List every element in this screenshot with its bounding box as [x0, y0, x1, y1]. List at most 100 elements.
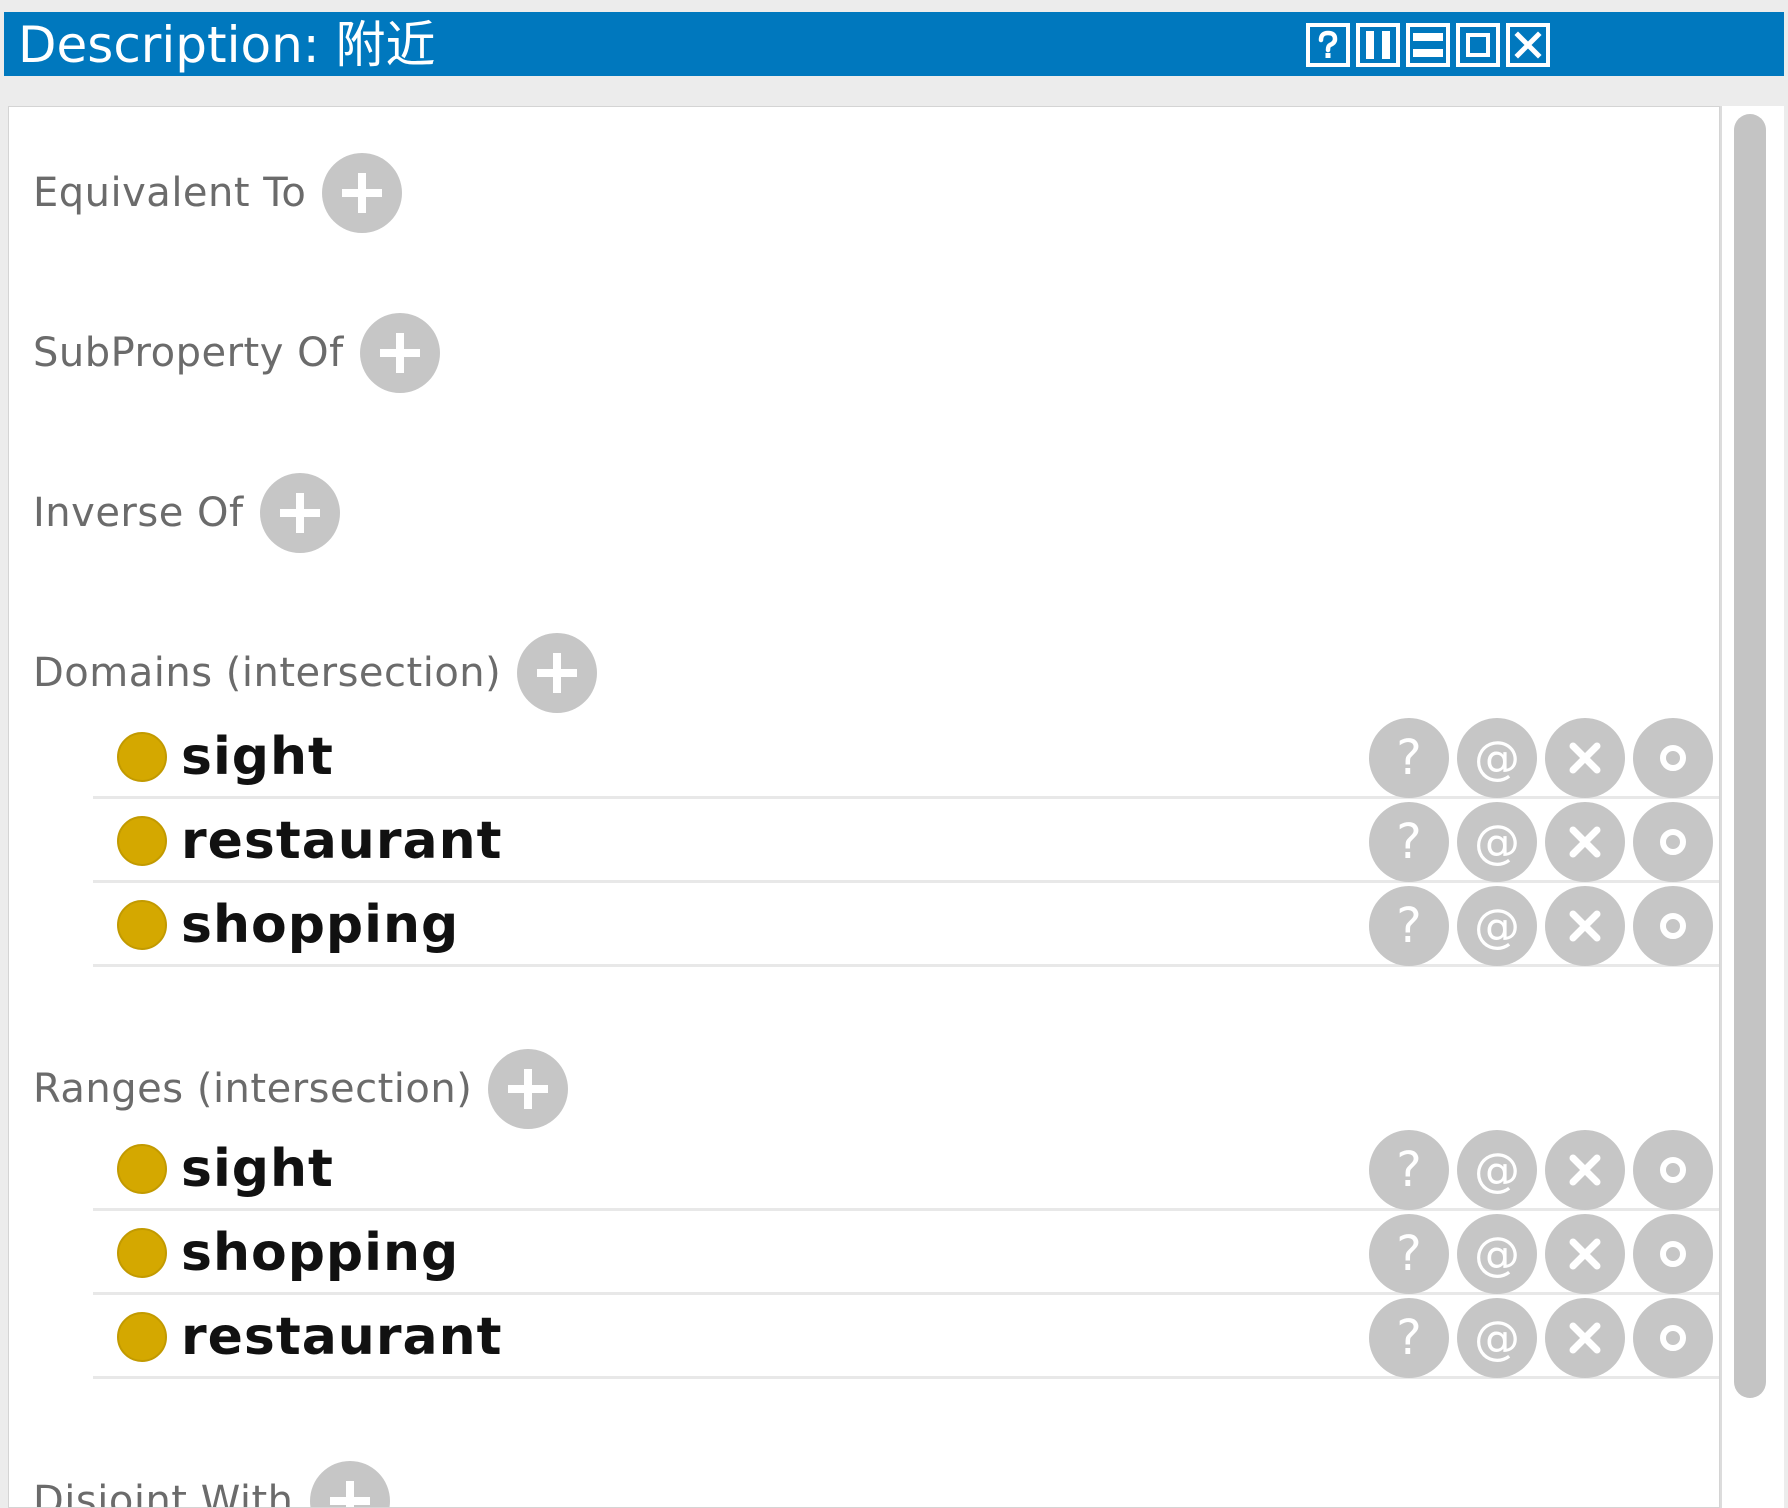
split-rows-icon [1413, 33, 1443, 57]
class-icon [117, 900, 167, 950]
split-vertical-button[interactable] [1356, 23, 1400, 67]
question-icon [1318, 30, 1338, 58]
item-name: shopping [181, 1223, 460, 1283]
maximize-button[interactable] [1456, 23, 1500, 67]
delete-icon [1569, 1322, 1601, 1354]
item-name: restaurant [181, 1307, 503, 1367]
split-horizontal-button[interactable] [1406, 23, 1450, 67]
section-label: Ranges (intersection) [33, 1066, 473, 1112]
section-label: SubProperty Of [33, 330, 344, 376]
plus-icon [279, 493, 320, 533]
edit-button[interactable] [1633, 1298, 1713, 1378]
plus-icon [329, 1481, 370, 1507]
section-domains: Domains (intersection) [33, 633, 598, 713]
edit-icon [1660, 1241, 1686, 1267]
ranges-list: sight ? @ shopping ? @ restaurant ? @ [93, 1127, 1719, 1379]
list-item[interactable]: restaurant ? @ [93, 1295, 1719, 1379]
add-subproperty-button[interactable] [359, 313, 440, 393]
row-actions: ? @ [1369, 718, 1719, 798]
edit-icon [1660, 1325, 1686, 1351]
add-inverse-button[interactable] [259, 473, 340, 553]
class-icon [117, 1144, 167, 1194]
add-range-button[interactable] [488, 1049, 569, 1129]
explain-button[interactable]: ? [1369, 1130, 1449, 1210]
edit-icon [1660, 745, 1686, 771]
window-title: Description: 附近 [18, 16, 436, 74]
annotate-button[interactable]: @ [1457, 1298, 1537, 1378]
add-equivalent-button[interactable] [322, 153, 403, 233]
plus-icon [508, 1069, 549, 1109]
section-disjoint-with: Disjoint With [33, 1461, 390, 1508]
split-columns-icon [1366, 31, 1390, 59]
delete-icon [1569, 1154, 1601, 1186]
row-actions: ? @ [1369, 1298, 1719, 1378]
explain-button[interactable]: ? [1369, 1298, 1449, 1378]
section-equivalent-to: Equivalent To [33, 153, 403, 233]
list-item[interactable]: sight ? @ [93, 1127, 1719, 1211]
item-name: sight [181, 727, 334, 787]
class-icon [117, 816, 167, 866]
row-actions: ? @ [1369, 1130, 1719, 1210]
section-label: Inverse Of [33, 490, 244, 536]
delete-button[interactable] [1545, 1130, 1625, 1210]
class-icon [117, 732, 167, 782]
annotate-button[interactable]: @ [1457, 718, 1537, 798]
close-window-button[interactable] [1506, 23, 1550, 67]
plus-icon [537, 653, 578, 693]
list-item[interactable]: shopping ? @ [93, 883, 1719, 967]
help-window-button[interactable] [1306, 23, 1350, 67]
item-name: restaurant [181, 811, 503, 871]
explain-button[interactable]: ? [1369, 718, 1449, 798]
list-item[interactable]: restaurant ? @ [93, 799, 1719, 883]
item-name: sight [181, 1139, 334, 1199]
delete-icon [1569, 910, 1601, 942]
delete-icon [1569, 826, 1601, 858]
edit-button[interactable] [1633, 802, 1713, 882]
explain-button[interactable]: ? [1369, 1214, 1449, 1294]
delete-button[interactable] [1545, 1214, 1625, 1294]
title-bar: Description: 附近 [4, 12, 1784, 76]
section-subproperty-of: SubProperty Of [33, 313, 440, 393]
plus-icon [379, 333, 420, 373]
add-domain-button[interactable] [517, 633, 598, 713]
domains-list: sight ? @ restaurant ? @ shopping ? @ [93, 715, 1719, 967]
list-item[interactable]: shopping ? @ [93, 1211, 1719, 1295]
edit-button[interactable] [1633, 886, 1713, 966]
class-icon [117, 1312, 167, 1362]
section-label: Disjoint With [33, 1478, 294, 1508]
plus-icon [342, 173, 383, 213]
edit-button[interactable] [1633, 1130, 1713, 1210]
delete-button[interactable] [1545, 718, 1625, 798]
annotate-button[interactable]: @ [1457, 1130, 1537, 1210]
explain-button[interactable]: ? [1369, 886, 1449, 966]
delete-icon [1569, 742, 1601, 774]
edit-button[interactable] [1633, 1214, 1713, 1294]
edit-icon [1660, 913, 1686, 939]
explain-button[interactable]: ? [1369, 802, 1449, 882]
section-ranges: Ranges (intersection) [33, 1049, 569, 1129]
delete-button[interactable] [1545, 1298, 1625, 1378]
row-actions: ? @ [1369, 802, 1719, 882]
delete-button[interactable] [1545, 886, 1625, 966]
add-disjoint-button[interactable] [309, 1461, 390, 1507]
row-actions: ? @ [1369, 1214, 1719, 1294]
class-icon [117, 1228, 167, 1278]
delete-button[interactable] [1545, 802, 1625, 882]
list-item[interactable]: sight ? @ [93, 715, 1719, 799]
annotate-button[interactable]: @ [1457, 1214, 1537, 1294]
close-icon [1514, 31, 1542, 59]
annotate-button[interactable]: @ [1457, 886, 1537, 966]
edit-button[interactable] [1633, 718, 1713, 798]
section-label: Domains (intersection) [33, 650, 502, 696]
edit-icon [1660, 1157, 1686, 1183]
item-name: shopping [181, 895, 460, 955]
row-actions: ? @ [1369, 886, 1719, 966]
edit-icon [1660, 829, 1686, 855]
maximize-icon [1466, 33, 1490, 57]
delete-icon [1569, 1238, 1601, 1270]
vertical-scrollbar-thumb[interactable] [1734, 114, 1766, 1398]
description-panel: Equivalent To SubProperty Of Inverse Of [8, 106, 1720, 1508]
section-label: Equivalent To [33, 170, 307, 216]
annotate-button[interactable]: @ [1457, 802, 1537, 882]
section-inverse-of: Inverse Of [33, 473, 340, 553]
